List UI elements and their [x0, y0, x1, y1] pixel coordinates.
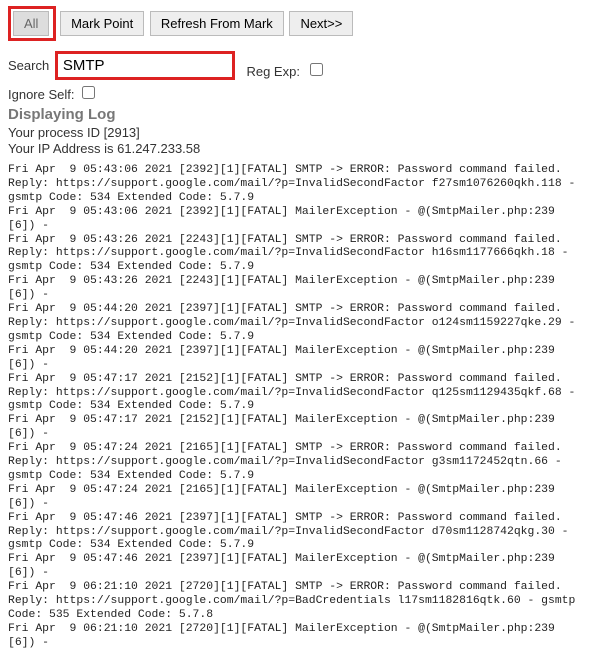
- filter-row: Search Reg Exp:: [8, 51, 587, 80]
- ip-line: Your IP Address is 61.247.233.58: [8, 141, 587, 156]
- search-input[interactable]: [59, 55, 231, 76]
- toolbar: All Mark Point Refresh From Mark Next>>: [8, 6, 587, 41]
- regexp-checkbox[interactable]: [310, 63, 323, 76]
- all-button[interactable]: All: [13, 11, 49, 36]
- page-heading: Displaying Log: [8, 106, 587, 123]
- ignore-self-checkbox[interactable]: [82, 86, 95, 99]
- highlight-all: All: [8, 6, 56, 41]
- process-id-line: Your process ID [2913]: [8, 125, 587, 140]
- next-button[interactable]: Next>>: [289, 11, 353, 36]
- refresh-button[interactable]: Refresh From Mark: [150, 11, 284, 36]
- ignore-row: Ignore Self:: [8, 83, 587, 102]
- search-label: Search: [8, 58, 49, 73]
- log-output: Fri Apr 9 05:43:06 2021 [2392][1][FATAL]…: [8, 164, 587, 651]
- mark-point-button[interactable]: Mark Point: [60, 11, 144, 36]
- regexp-label: Reg Exp:: [246, 64, 299, 79]
- search-highlight: [55, 51, 235, 80]
- ignore-self-label: Ignore Self:: [8, 87, 75, 102]
